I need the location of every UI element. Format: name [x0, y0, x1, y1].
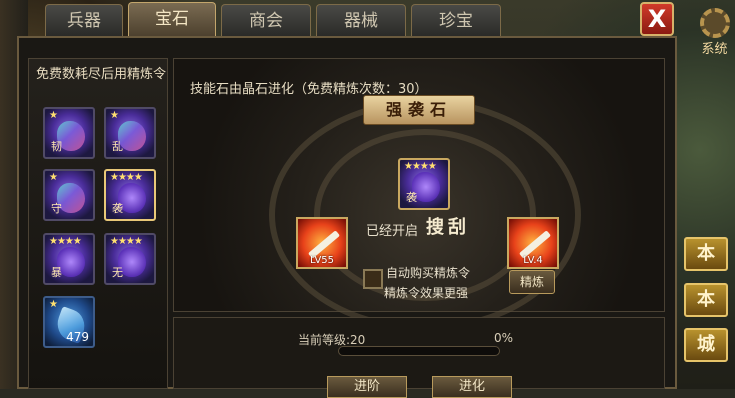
gem-slot-6[interactable]: ★★★★ 无 [104, 233, 156, 285]
refine-button[interactable]: 精炼 [509, 270, 555, 294]
tab-treasure[interactable]: 珍宝 [411, 4, 501, 36]
center-gem-slot[interactable]: ★★★★ 袭 [398, 158, 450, 210]
stone-title: 强袭石 [363, 95, 475, 125]
system-label: 系统 [701, 42, 728, 57]
gem-slot-crystal[interactable]: ★ 479 [43, 296, 95, 348]
tab-gems[interactable]: 宝石 [128, 2, 216, 38]
tab-guild[interactable]: 商会 [221, 4, 311, 36]
side-button-1[interactable]: 本 [684, 237, 728, 271]
gem-slot-3[interactable]: ★ 守 [43, 169, 95, 221]
gear-icon [699, 8, 730, 38]
opened-label: 已经开启 [366, 224, 419, 239]
right-skill-slot[interactable]: LV.4 [507, 217, 559, 269]
system-button[interactable]: 系统 [694, 8, 735, 57]
crystal-count: 479 [66, 330, 89, 344]
side-button-city[interactable]: 城 [684, 328, 728, 362]
tab-weapons[interactable]: 兵器 [45, 4, 123, 36]
opened-skill-name: 搜刮 [426, 217, 470, 238]
evolve-button[interactable]: 进化 [432, 376, 512, 398]
auto-buy-checkbox[interactable] [363, 269, 383, 289]
progress-percent: 0% [494, 331, 514, 345]
side-button-2[interactable]: 本 [684, 283, 728, 317]
close-button[interactable]: X [640, 2, 674, 36]
gem-slot-5[interactable]: ★★★★ 暴 [43, 233, 95, 285]
auto-buy-label: 自动购买精炼令 [386, 266, 471, 280]
gem-slot-2[interactable]: ★ 乱 [104, 107, 156, 159]
auto-effect-label: 精炼令效果更强 [384, 286, 469, 300]
left-skill-slot[interactable]: LV55 [296, 217, 348, 269]
gem-slot-4[interactable]: ★★★★ 袭 [104, 169, 156, 221]
advance-button[interactable]: 进阶 [327, 376, 407, 398]
tab-machinery[interactable]: 器械 [316, 4, 406, 36]
gem-slot-1[interactable]: ★ 韧 [43, 107, 95, 159]
level-progress-bar [338, 346, 500, 356]
gem-list-title: 免费数耗尽后用精炼令 [35, 67, 166, 82]
